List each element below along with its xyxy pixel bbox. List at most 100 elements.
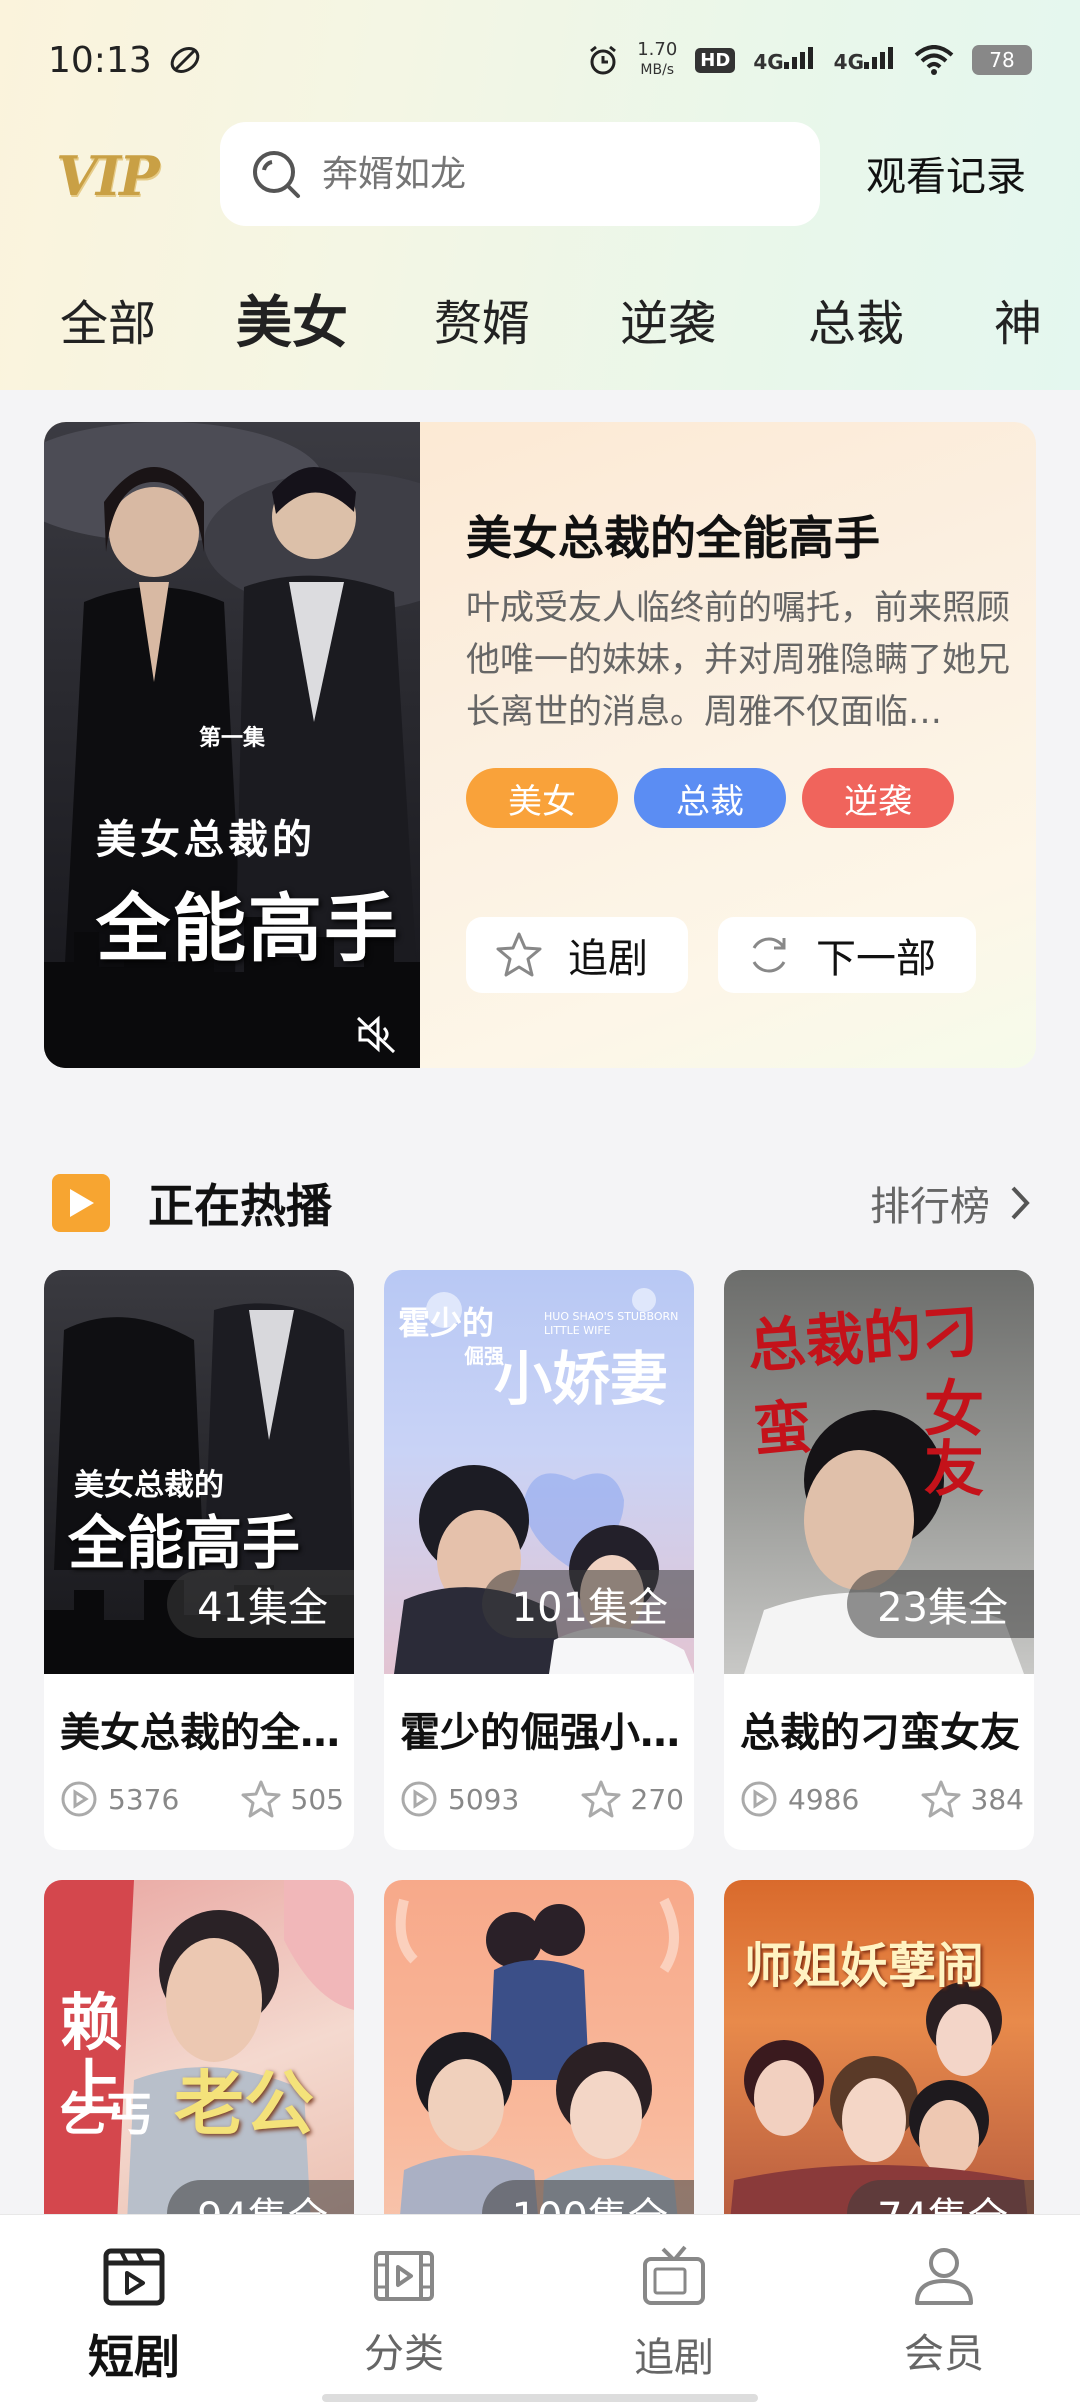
poster-episode-label: 第一集 [199,726,266,751]
play-circle-icon [401,1781,437,1817]
sim1-signal: 4G [753,46,815,74]
nav-following[interactable]: 追剧 [574,2243,774,2383]
card-cover[interactable]: 总裁的刁蛮 女友 23集全 [724,1270,1034,1674]
tab-ceo[interactable]: 总裁 [808,284,904,354]
star-count-value: 270 [630,1782,684,1816]
star-count: 505 [241,1780,344,1818]
tab-comeback[interactable]: 逆袭 [620,284,716,354]
chevron-right-icon [1011,1186,1030,1220]
nav-label: 追剧 [634,2335,714,2381]
cover-title-large: 小娇妻 [494,1345,669,1413]
search-box[interactable] [220,122,820,226]
featured-drama-card[interactable]: 第一集 美女总裁的 全能高手 美女总裁的全能高手 叶成受友人临终前的嘱托，前来照… [44,422,1036,1068]
nav-short-drama[interactable]: 短剧 [34,2243,234,2387]
vip-logo[interactable]: VIP [56,144,160,208]
drama-card[interactable]: 霍少的 HUO SHAO'S STUBBORN LITTLE WIFE 倔强 小… [384,1270,694,1850]
star-count: 384 [921,1780,1024,1818]
hd-badge: HD [695,47,736,73]
search-row: VIP 观看记录 [0,118,1080,228]
sim2-label: 4G [833,49,864,74]
star-icon [921,1780,961,1818]
bottom-nav: 短剧 分类 追剧 会员 [0,2214,1080,2408]
nav-member[interactable]: 会员 [844,2243,1044,2379]
star-count-value: 384 [970,1782,1024,1816]
card-cover[interactable]: 霍少的 HUO SHAO'S STUBBORN LITTLE WIFE 倔强 小… [384,1270,694,1674]
person-icon [915,2248,973,2305]
card-stats: 4986 384 [740,1780,1024,1818]
episode-count: 23集全 [847,1570,1034,1638]
tv-icon [643,2245,705,2305]
poster-title-art: 美女总裁的 全能高手 [96,807,400,976]
mute-icon[interactable] [354,1014,398,1054]
drama-card[interactable]: 美女总裁的 全能高手 41集全 美女总裁的全能高手 5376 505 [44,1270,354,1850]
notification-icon [170,47,200,73]
play-circle-icon [741,1781,777,1817]
star-count-value: 505 [290,1782,344,1816]
search-icon [253,151,300,198]
drama-card[interactable]: 总裁的刁蛮 女友 23集全 总裁的刁蛮女友 4986 384 [724,1270,1034,1850]
featured-title[interactable]: 美女总裁的全能高手 [466,502,880,568]
cover-title-large: 总裁的刁蛮 [745,1296,982,1465]
featured-poster[interactable]: 第一集 美女总裁的 全能高手 [44,422,420,1068]
next-label: 下一部 [816,936,936,982]
sim1-label: 4G [753,49,784,74]
status-indicators: 1.70 MB/s HD 4G 4G 78 [587,40,1032,80]
net-speed-unit: MB/s [640,62,675,78]
alarm-icon [590,45,617,75]
signal-bars-icon [864,46,893,69]
next-drama-button[interactable]: 下一部 [718,917,976,993]
home-indicator[interactable] [322,2394,758,2402]
cover-title-accent: 女友 [924,1375,984,1505]
signal-bars-icon [783,46,813,69]
play-count-value: 5376 [108,1782,180,1816]
ranking-link[interactable]: 排行榜 [870,1174,1032,1232]
play-count-value: 4986 [788,1782,860,1816]
card-stats: 5093 270 [400,1780,684,1818]
episode-count: 101集全 [481,1570,694,1638]
nav-category[interactable]: 分类 [304,2243,504,2379]
nav-label: 分类 [364,2331,444,2377]
featured-actions: 追剧 下一部 [466,917,976,993]
star-icon [581,1780,621,1818]
search-input[interactable] [322,153,802,195]
cover-title-large: 师姐妖孽闹 [744,1938,985,1994]
cover-title-accent: 老公 [174,2062,314,2145]
sim2-signal: 4G [833,46,896,74]
refresh-icon [752,937,786,973]
poster-title-line1: 美女总裁的 [96,816,316,863]
play-count: 5376 [60,1780,179,1818]
tag-beauty[interactable]: 美女 [466,768,618,828]
status-time: 10:13 [48,39,152,81]
card-title[interactable]: 霍少的倔强小娇妻 [400,1700,684,1758]
star-icon [241,1780,281,1818]
star-icon [496,932,542,977]
status-bar: 10:13 1.70 MB/s HD 4G 4G 78 [0,0,1080,120]
star-count: 270 [581,1780,684,1818]
ranking-label: 排行榜 [870,1184,990,1230]
play-count: 5093 [400,1780,519,1818]
category-tabs: 全部 美女 赘婿 逆袭 总裁 神 [0,270,1080,360]
play-count-value: 5093 [448,1782,520,1816]
battery-indicator: 78 [972,45,1032,75]
tag-ceo[interactable]: 总裁 [634,768,786,828]
wifi-icon [914,45,954,75]
cover-title-large: 全能高手 [68,1509,301,1577]
play-circle-icon [61,1781,97,1817]
net-speed-value: 1.70 [637,39,678,60]
app-page: 10:13 1.70 MB/s HD 4G 4G 78 VIP 奔婿如龙 观看记… [0,0,1080,2408]
cover-title-small: 乞丐 [60,2087,152,2141]
watch-history-link[interactable]: 观看记录 [866,144,1026,202]
hot-section-header: 正在热播 排行榜 [52,1168,1032,1238]
tab-beauty[interactable]: 美女 [236,278,348,359]
card-title[interactable]: 美女总裁的全能高手 [60,1700,344,1758]
tag-comeback[interactable]: 逆袭 [802,768,954,828]
nav-label: 会员 [904,2331,984,2377]
card-title[interactable]: 总裁的刁蛮女友 [740,1700,1024,1758]
tab-more[interactable]: 神 [994,284,1042,354]
follow-button[interactable]: 追剧 [466,917,688,993]
poster-title-line2: 全能高手 [96,886,400,972]
tab-all[interactable]: 全部 [60,284,156,354]
card-cover[interactable]: 美女总裁的 全能高手 41集全 [44,1270,354,1674]
clapper-icon [103,2248,165,2306]
tab-son-in-law[interactable]: 赘婿 [434,284,530,354]
